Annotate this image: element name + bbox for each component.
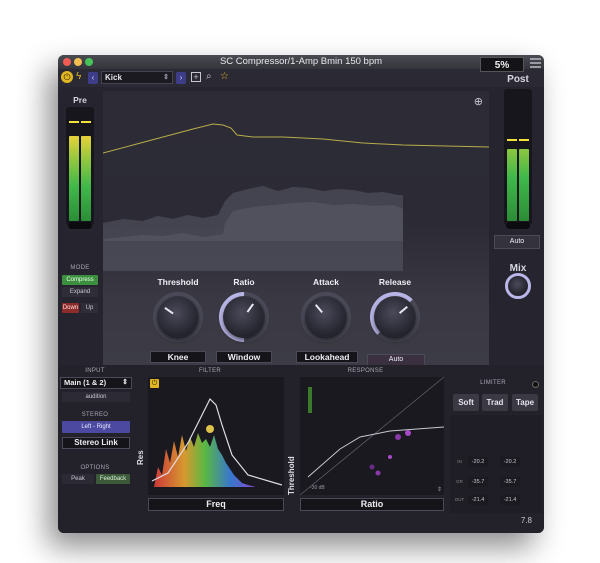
post-peak-right xyxy=(519,139,529,141)
threshold-knob[interactable] xyxy=(150,289,206,345)
input-title: INPUT xyxy=(85,368,105,374)
limiter-title: LIMITER xyxy=(480,380,506,386)
ratio-knob[interactable] xyxy=(208,281,280,353)
limiter-row-label: IN xyxy=(453,457,466,467)
pre-meter xyxy=(66,107,94,229)
response-ylabel: Threshold xyxy=(287,456,296,495)
filter-graph[interactable]: ⏻ xyxy=(148,377,284,495)
pre-peak-right xyxy=(81,121,91,123)
star-icon[interactable]: ☆ xyxy=(220,71,229,82)
input-source-select[interactable]: Main (1 & 2) ⇕ xyxy=(60,377,132,389)
next-preset-button[interactable]: › xyxy=(176,72,186,84)
version-label: 7.8 xyxy=(520,516,532,525)
limiter-out-right: -21.4 xyxy=(500,495,520,505)
filter-power-icon[interactable]: ⏻ xyxy=(150,379,159,388)
filter-handle[interactable] xyxy=(206,425,214,433)
add-preset-icon[interactable]: + xyxy=(191,72,201,82)
threshold-label: Threshold xyxy=(157,277,199,287)
limiter-row-label: GR xyxy=(453,477,466,487)
response-title: RESPONSE xyxy=(347,368,384,374)
preset-name: Kick xyxy=(105,73,122,82)
limiter-tape-button[interactable]: Tape xyxy=(512,394,538,411)
bolt-icon[interactable]: ϟ xyxy=(76,71,81,82)
power-icon[interactable]: ⏻ xyxy=(61,71,73,83)
pre-meter-left xyxy=(69,136,79,221)
cpu-meter: 5% xyxy=(480,57,524,72)
post-meter-right xyxy=(519,149,529,221)
knee-field[interactable]: Knee xyxy=(150,351,206,363)
attack-label: Attack xyxy=(313,277,339,287)
pre-gain-handle[interactable] xyxy=(68,222,92,229)
response-xlabel: Ratio xyxy=(300,498,444,511)
audition-button[interactable]: audition xyxy=(62,392,130,402)
lookahead-field[interactable]: Lookahead xyxy=(296,351,358,363)
limiter-in-left: -20.2 xyxy=(468,457,488,467)
window-field[interactable]: Window xyxy=(216,351,272,363)
prev-preset-button[interactable]: ‹ xyxy=(88,72,98,84)
ratio-label: Ratio xyxy=(233,277,255,287)
mode-title: MODE xyxy=(70,265,90,271)
release-knob[interactable] xyxy=(367,289,423,345)
post-meter xyxy=(504,89,532,229)
limiter-in-right: -20.2 xyxy=(500,457,520,467)
down-button[interactable]: Down xyxy=(62,303,79,313)
stereo-link-button[interactable]: Stereo Link xyxy=(62,437,130,449)
limiter-gr-left: -35.7 xyxy=(468,477,488,487)
limiter-soft-button[interactable]: Soft xyxy=(453,394,479,411)
title-bar: SC Compressor/1-Amp Bmin 150 bpm xyxy=(58,55,544,69)
filter-spectrum xyxy=(151,397,283,487)
pre-label: Pre xyxy=(73,95,87,105)
up-button[interactable]: Up xyxy=(81,303,98,313)
options-title: OPTIONS xyxy=(80,465,110,471)
limiter-gr-right: -35.7 xyxy=(500,477,520,487)
limiter-power-icon[interactable] xyxy=(532,381,539,388)
toolbar: ⏻ ϟ ‹ Kick ⇕ › + ⌕ ☆ xyxy=(58,69,544,87)
post-meter-left xyxy=(507,149,517,221)
preset-select[interactable]: Kick ⇕ xyxy=(101,71,173,84)
menu-icon[interactable] xyxy=(530,58,541,68)
post-auto-button[interactable]: Auto xyxy=(494,235,540,249)
zoom-icon[interactable]: ⊕ xyxy=(474,95,483,108)
search-icon[interactable]: ⌕ xyxy=(206,71,212,82)
limiter-trad-button[interactable]: Trad xyxy=(482,394,508,411)
post-peak-left xyxy=(507,139,517,141)
filter-title: FILTER xyxy=(198,368,222,374)
window-title: SC Compressor/1-Amp Bmin 150 bpm xyxy=(219,56,383,67)
stereo-mode-select[interactable]: Left - Right xyxy=(62,421,130,433)
waveform-display[interactable]: ⊕ xyxy=(103,91,489,391)
limiter-row-label: OUT xyxy=(453,495,466,505)
response-scale-label: -30 dB xyxy=(310,485,325,491)
feedback-button[interactable]: Feedback xyxy=(96,474,130,484)
limiter-out-left: -21.4 xyxy=(468,495,488,505)
response-curve xyxy=(299,376,445,496)
pre-meter-right xyxy=(81,136,91,221)
stereo-title: STEREO xyxy=(81,412,109,418)
post-label: Post xyxy=(507,74,529,85)
attack-knob[interactable] xyxy=(298,289,354,345)
expand-button[interactable]: Expand xyxy=(62,287,98,297)
response-graph[interactable]: -30 dB ⇕ xyxy=(299,376,445,496)
waveform-graph xyxy=(103,123,489,271)
pre-peak-left xyxy=(69,121,79,123)
chevron-updown-icon: ⇕ xyxy=(163,74,169,81)
plugin-window: SC Compressor/1-Amp Bmin 150 bpm ⏻ ϟ ‹ K… xyxy=(58,55,544,533)
post-gain-handle[interactable] xyxy=(506,222,530,229)
chevron-updown-icon: ⇕ xyxy=(122,379,128,386)
filter-ylabel: Res xyxy=(136,450,145,465)
compress-button[interactable]: Compress xyxy=(62,275,98,285)
release-label: Release xyxy=(378,277,412,287)
input-source-value: Main (1 & 2) xyxy=(64,378,107,387)
mix-knob[interactable] xyxy=(503,271,533,301)
filter-xlabel: Freq xyxy=(148,498,284,511)
chevron-updown-icon[interactable]: ⇕ xyxy=(437,486,442,493)
peak-button[interactable]: Peak xyxy=(62,474,94,484)
